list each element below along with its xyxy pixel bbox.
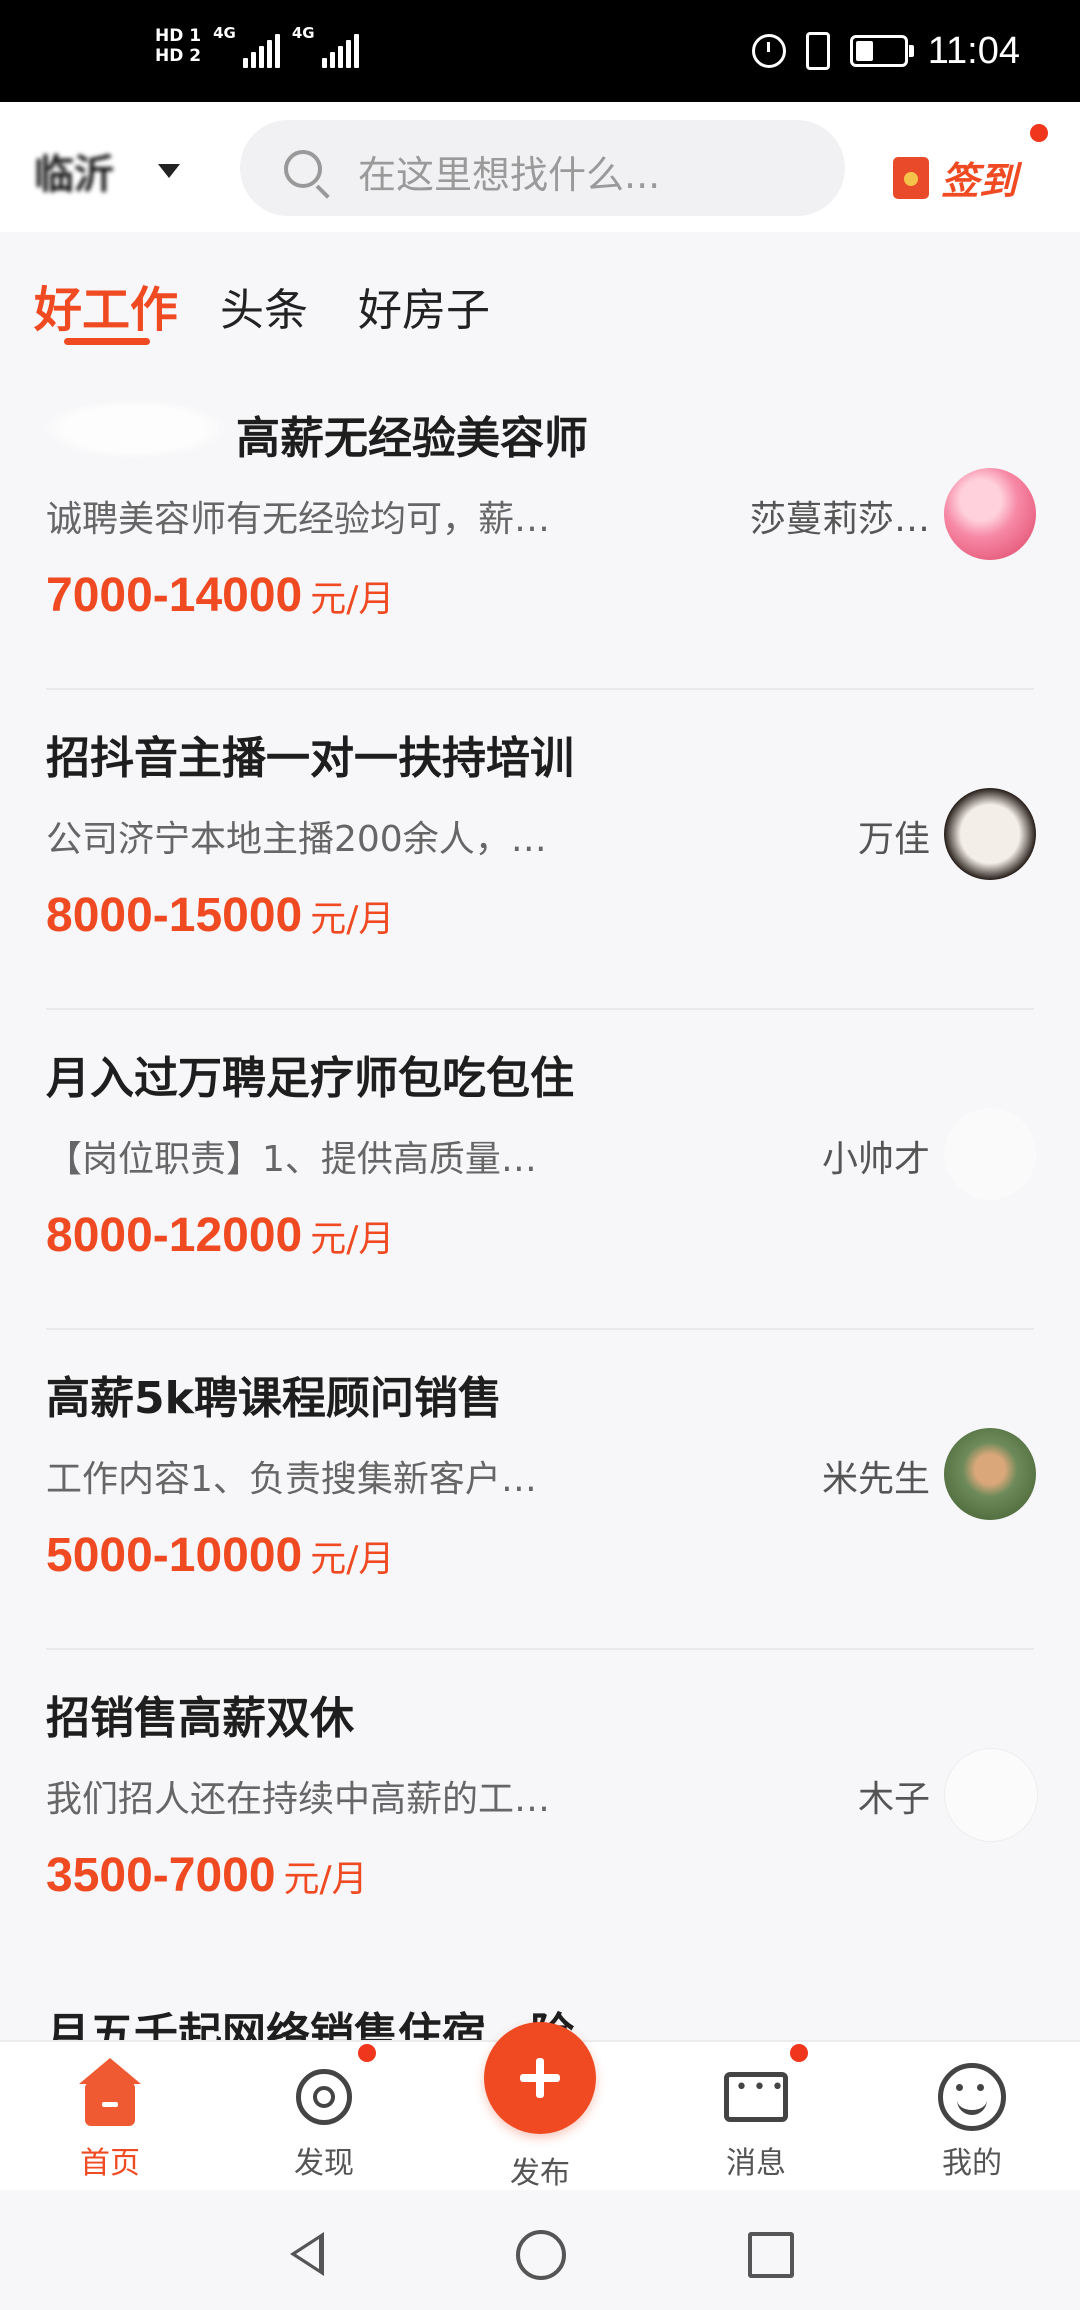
job-description: 公司济宁本地主播200余人，… [46, 819, 547, 860]
job-poster: 小帅才 [821, 1139, 930, 1180]
home-icon [79, 2058, 141, 2126]
app-header: 临沂 在这里想找什么... 签到 [0, 102, 1080, 232]
nav-home-label: 首页 [80, 2146, 140, 2181]
next-job-title-partial[interactable]: 月五千起网络销售住宿…险 [46, 1998, 574, 2040]
avatar [944, 788, 1036, 880]
publish-plus-button[interactable] [484, 2022, 596, 2134]
salary: 3500-7000 元/月 [46, 1849, 368, 1902]
system-nav-bar [0, 2190, 1080, 2310]
back-icon[interactable] [290, 2232, 324, 2276]
job-description: 工作内容1、负责搜集新客户… [46, 1459, 537, 1500]
salary: 8000-15000 元/月 [46, 889, 395, 942]
avatar [944, 468, 1036, 560]
tab-good-jobs[interactable]: 好工作 [34, 270, 178, 340]
salary: 5000-10000 元/月 [46, 1529, 395, 1582]
messages-badge-dot [790, 2044, 808, 2062]
home-circle-icon[interactable] [516, 2230, 566, 2280]
job-card[interactable]: 月入过万聘足疗师包吃包住 【岗位职责】1、提供高质量… 小帅才 8000-120… [0, 1010, 1080, 1330]
battery-icon [849, 35, 914, 67]
nav-publish-label[interactable]: 发布 [480, 2148, 600, 2192]
avatar [944, 1108, 1036, 1200]
signal-indicators: HD 1 HD 2 4G 4G [155, 24, 359, 68]
avatar [944, 1748, 1038, 1842]
tab-headlines[interactable]: 头条 [220, 274, 308, 338]
nav-discover-label: 发现 [294, 2146, 354, 2181]
discover-icon [296, 2069, 352, 2125]
redacted-text [44, 400, 224, 458]
job-description: 诚聘美容师有无经验均可，薪… [46, 499, 551, 540]
job-poster: 米先生 [821, 1459, 930, 1500]
job-card[interactable]: 招销售高薪双休 我们招人还在持续中高薪的工… 木子 3500-7000 元/月 [0, 1650, 1080, 1970]
tab-good-houses[interactable]: 好房子 [358, 274, 490, 338]
signal-2-icon: 4G [292, 24, 359, 68]
checkin-badge-dot [1030, 124, 1048, 142]
discover-badge-dot [358, 2044, 376, 2062]
job-title: 招销售高薪双休 [46, 1693, 354, 1744]
job-description: 我们招人还在持续中高薪的工… [46, 1779, 551, 1820]
job-card[interactable]: 招抖音主播一对一扶持培训 公司济宁本地主播200余人，… 万佳 8000-150… [0, 690, 1080, 1010]
red-envelope-icon [893, 156, 929, 199]
job-card[interactable]: 高薪无经验美容师 诚聘美容师有无经验均可，薪… 莎蔓莉莎… 7000-14000… [0, 370, 1080, 690]
nav-home[interactable]: 首页 [30, 2058, 190, 2182]
search-placeholder: 在这里想找什么... [358, 153, 661, 197]
nav-discover[interactable]: 发现 [244, 2060, 404, 2182]
sim-labels: HD 1 HD 2 [155, 26, 201, 66]
nav-messages[interactable]: 消息 [676, 2060, 836, 2182]
signal-1-icon: 4G [213, 24, 280, 68]
vibrate-icon [805, 32, 830, 70]
job-poster: 木子 [857, 1779, 930, 1820]
city-selector[interactable]: 临沂 [34, 142, 114, 200]
nav-messages-label: 消息 [726, 2146, 786, 2181]
job-card[interactable]: 高薪5k聘课程顾问销售 工作内容1、负责搜集新客户… 米先生 5000-1000… [0, 1330, 1080, 1650]
sim1-label: HD 1 [155, 26, 202, 46]
job-title: 月入过万聘足疗师包吃包住 [46, 1053, 574, 1104]
job-poster: 万佳 [857, 819, 930, 860]
nav-mine[interactable]: 我的 [892, 2060, 1052, 2182]
checkin-label: 签到 [941, 159, 1018, 203]
profile-icon [938, 2063, 1006, 2131]
status-bar: HD 1 HD 2 4G 4G 11:04 [0, 0, 1080, 102]
job-title: 高薪5k聘课程顾问销售 [46, 1373, 502, 1424]
sim2-label: HD 2 [155, 46, 202, 66]
salary: 8000-12000 元/月 [46, 1209, 395, 1262]
category-tabs: 好工作 头条 好房子 [0, 232, 1080, 352]
search-bar[interactable]: 在这里想找什么... [240, 120, 845, 216]
salary: 7000-14000 元/月 [46, 569, 395, 622]
search-icon [284, 150, 322, 188]
recents-icon[interactable] [748, 2232, 794, 2278]
avatar [944, 1428, 1036, 1520]
status-right: 11:04 [751, 24, 1020, 78]
job-description: 【岗位职责】1、提供高质量… [46, 1139, 537, 1180]
job-title: 高薪无经验美容师 [236, 413, 588, 464]
nav-mine-label: 我的 [942, 2146, 1002, 2181]
job-title: 招抖音主播一对一扶持培训 [46, 733, 574, 784]
clock: 11:04 [927, 29, 1020, 72]
caret-down-icon[interactable] [158, 164, 180, 178]
checkin-button[interactable]: 签到 [893, 150, 1017, 205]
alarm-icon [751, 34, 786, 68]
message-icon [724, 2072, 788, 2122]
job-poster: 莎蔓莉莎… [749, 499, 930, 540]
tab-active-indicator [64, 338, 150, 345]
